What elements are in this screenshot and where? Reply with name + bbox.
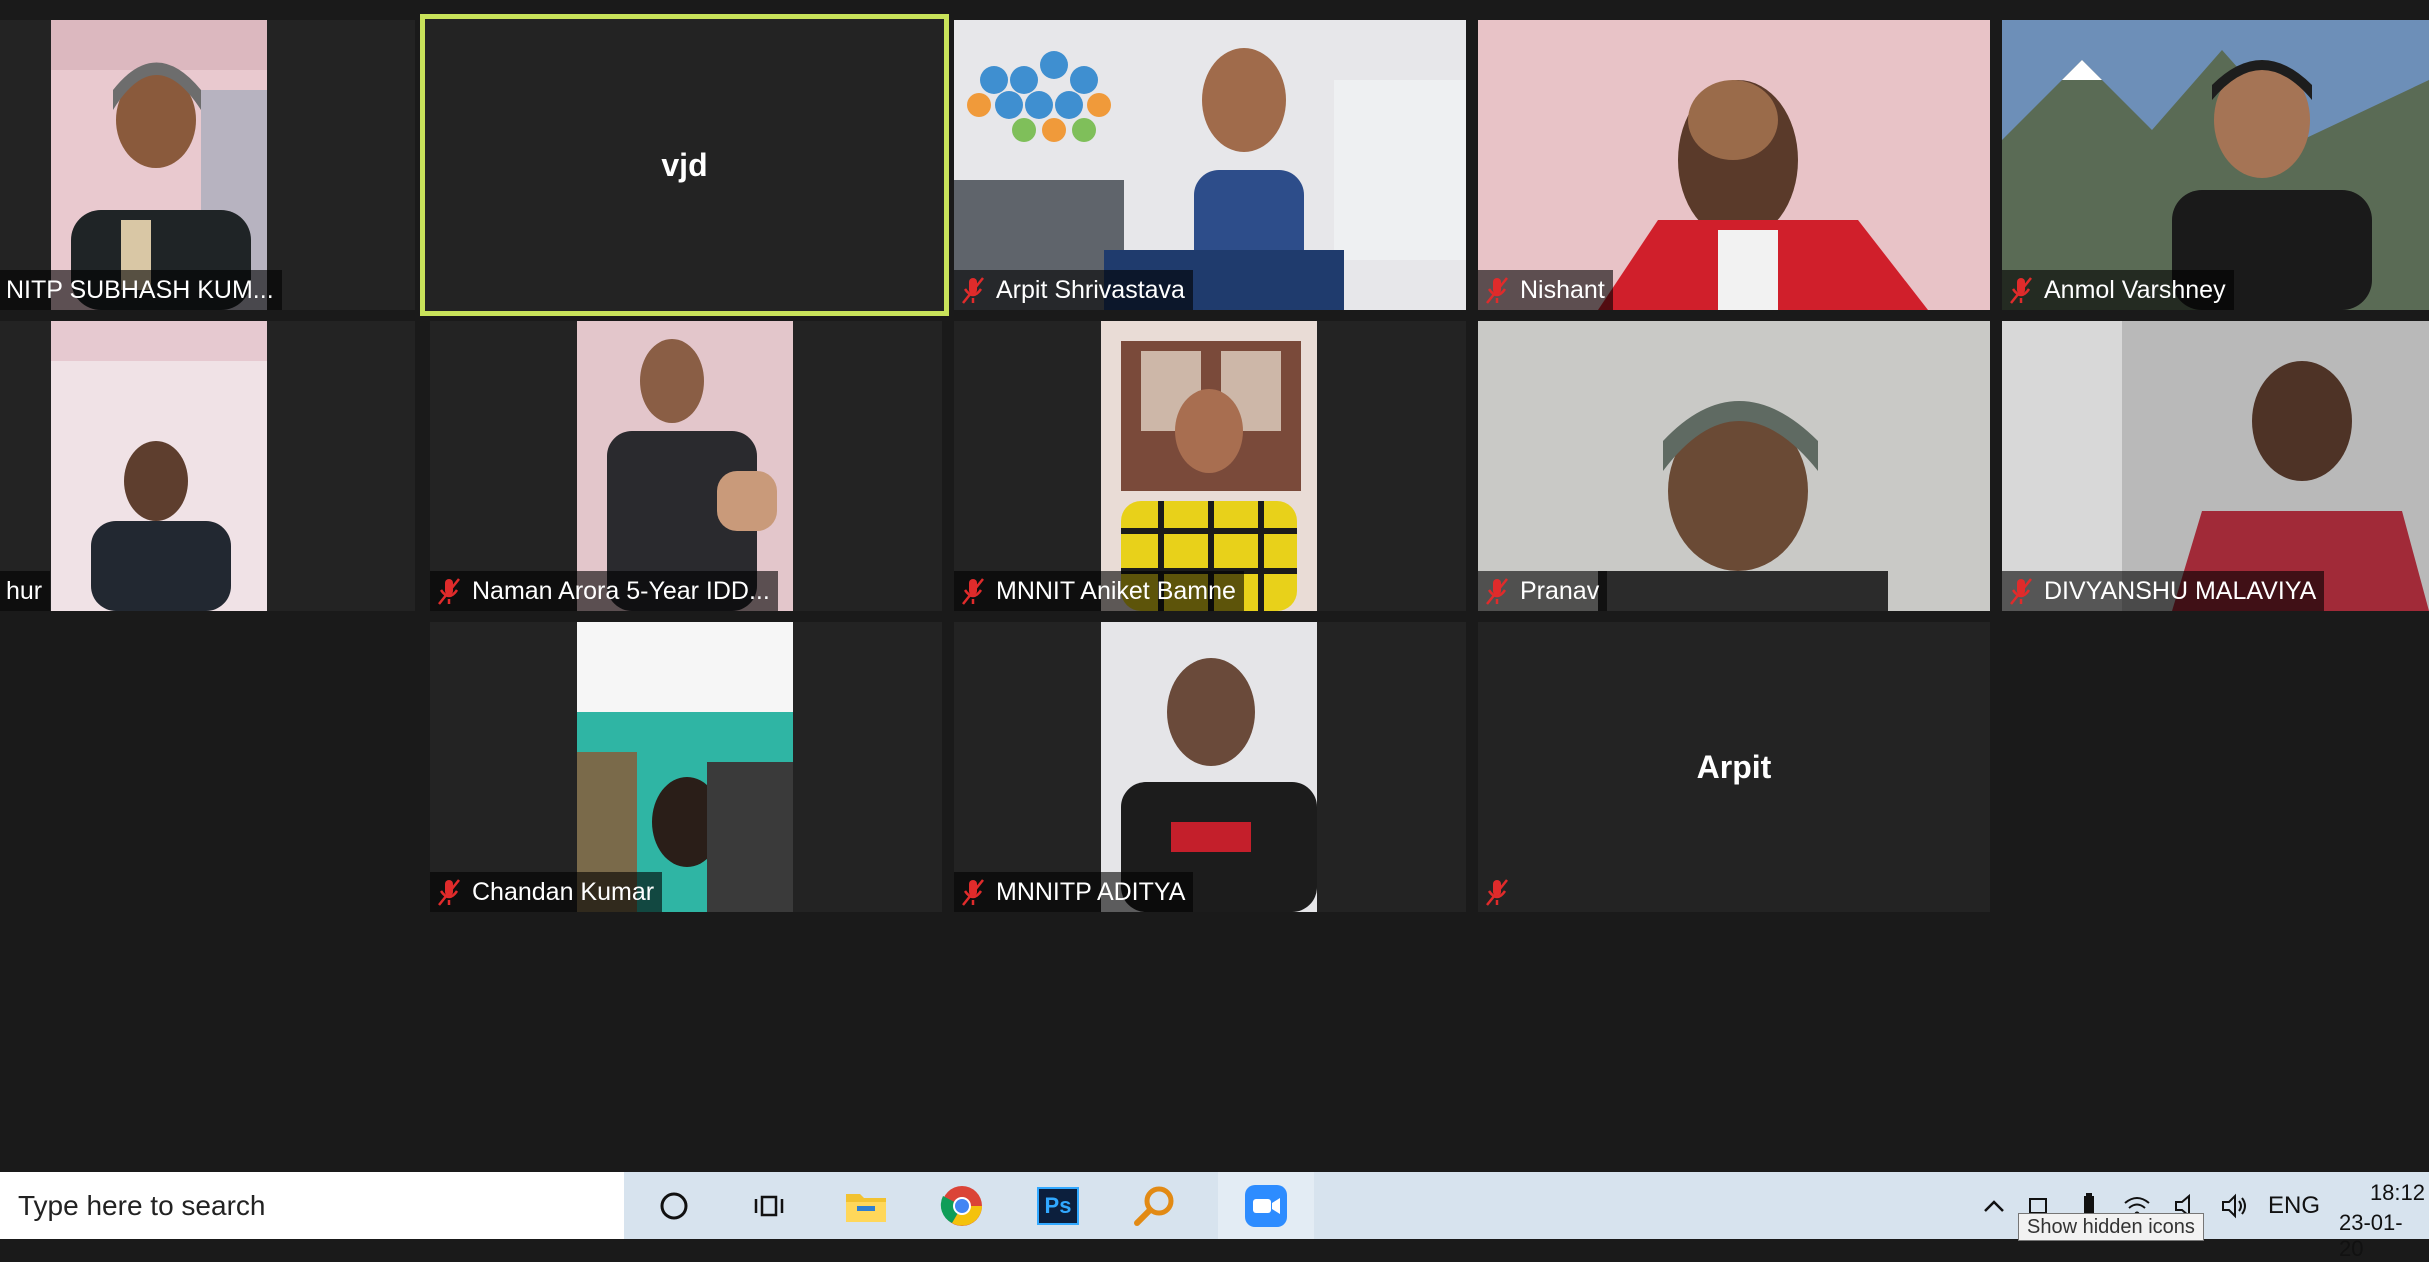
participant-video	[1478, 20, 1990, 310]
muted-mic-icon	[436, 877, 462, 907]
participant-video	[954, 20, 1466, 310]
participant-video	[51, 321, 267, 611]
participant-tile-anmol[interactable]: Anmol Varshney	[2002, 20, 2429, 310]
participant-video	[1101, 321, 1317, 611]
search-app-icon[interactable]	[1106, 1172, 1202, 1239]
participant-name: NITP SUBHASH KUM...	[6, 275, 274, 304]
participant-tile-arpit-shrivastava[interactable]: Arpit Shrivastava	[954, 20, 1466, 310]
participant-video	[577, 622, 793, 912]
muted-mic-icon	[436, 576, 462, 606]
file-explorer-icon[interactable]	[818, 1172, 914, 1239]
participant-name: Anmol Varshney	[2044, 275, 2226, 304]
muted-mic-icon	[960, 275, 986, 305]
taskbar-search-box[interactable]: Type here to search	[0, 1172, 624, 1239]
muted-mic-icon	[2008, 576, 2034, 606]
participant-name-bar: Naman Arora 5-Year IDD...	[430, 571, 778, 611]
participant-video	[577, 321, 793, 611]
participant-tile-chandan[interactable]: Chandan Kumar	[430, 622, 942, 912]
participant-tile-divyanshu[interactable]: DIVYANSHU MALAVIYA	[2002, 321, 2429, 611]
system-clock[interactable]: 18:12 23-01-20	[2339, 1172, 2429, 1261]
participant-name: Naman Arora 5-Year IDD...	[472, 576, 770, 605]
participant-name: Nishant	[1520, 275, 1605, 304]
show-hidden-icons-chevron-icon[interactable]	[1975, 1172, 2013, 1239]
participant-tile-aniket[interactable]: MNNIT Aniket Bamne	[954, 321, 1466, 611]
participant-name-bar: Pranav	[1478, 571, 1608, 611]
participant-tile-thur[interactable]: hur	[0, 321, 415, 611]
photoshop-icon[interactable]: Ps	[1010, 1172, 1106, 1239]
participant-name-bar: DIVYANSHU MALAVIYA	[2002, 571, 2325, 611]
participant-video	[2002, 20, 2429, 310]
participant-name-bar: Nishant	[1478, 270, 1613, 310]
participant-name: Pranav	[1520, 576, 1600, 605]
clock-time: 18:12	[2369, 1180, 2425, 1205]
input-language[interactable]: ENG	[2262, 1172, 2326, 1239]
participant-name: MNNIT Aniket Bamne	[996, 576, 1236, 605]
participant-name: MNNITP ADITYA	[996, 877, 1186, 906]
participant-name-bar: NITP SUBHASH KUM...	[0, 270, 282, 310]
muted-mic-icon	[2008, 275, 2034, 305]
muted-mic-icon	[960, 576, 986, 606]
participant-tile-vjd[interactable]: vjd	[420, 14, 949, 316]
participant-name-placeholder: vjd	[661, 146, 708, 183]
participant-tile-naman[interactable]: Naman Arora 5-Year IDD...	[430, 321, 942, 611]
participant-tile-subhash[interactable]: NITP SUBHASH KUM...	[0, 20, 415, 310]
participant-name-placeholder: Arpit	[1696, 748, 1772, 785]
gallery-view: NITP SUBHASH KUM... vjd Arpit Shrivastav…	[0, 0, 2429, 1172]
participant-name-bar: MNNITP ADITYA	[954, 872, 1194, 912]
participant-name-bar: Chandan Kumar	[430, 872, 663, 912]
task-view-icon[interactable]	[722, 1172, 818, 1239]
participant-video	[2002, 321, 2429, 611]
participant-name-bar: MNNIT Aniket Bamne	[954, 571, 1244, 611]
show-hidden-icons-tooltip: Show hidden icons	[2018, 1213, 2204, 1241]
participant-name: DIVYANSHU MALAVIYA	[2044, 576, 2317, 605]
participant-name-bar: Anmol Varshney	[2002, 270, 2234, 310]
participant-video	[51, 20, 267, 310]
participant-video	[1478, 321, 1990, 611]
photoshop-label: Ps	[1044, 1192, 1072, 1218]
muted-mic-icon	[960, 877, 986, 907]
clock-date: 23-01-20	[2339, 1210, 2403, 1261]
participant-name-bar	[1478, 872, 1528, 912]
cortana-icon[interactable]	[626, 1172, 722, 1239]
muted-mic-icon	[1484, 877, 1510, 907]
search-placeholder: Type here to search	[18, 1189, 266, 1221]
participant-tile-pranav[interactable]: Pranav	[1478, 321, 1990, 611]
participant-tile-arpit[interactable]: Arpit	[1478, 622, 1990, 912]
volume-icon[interactable]	[2215, 1172, 2255, 1239]
participant-name: Arpit Shrivastava	[996, 275, 1185, 304]
zoom-icon[interactable]	[1218, 1172, 1314, 1239]
participant-name-bar: Arpit Shrivastava	[954, 270, 1193, 310]
participant-name-bar: hur	[0, 571, 51, 611]
participant-tile-nishant[interactable]: Nishant	[1478, 20, 1990, 310]
participant-tile-aditya[interactable]: MNNITP ADITYA	[954, 622, 1466, 912]
participant-name: Chandan Kumar	[472, 877, 655, 906]
muted-mic-icon	[1484, 275, 1510, 305]
chrome-icon[interactable]	[914, 1172, 1010, 1239]
muted-mic-icon	[1484, 576, 1510, 606]
participant-name: hur	[6, 576, 43, 605]
participant-video	[1101, 622, 1317, 912]
